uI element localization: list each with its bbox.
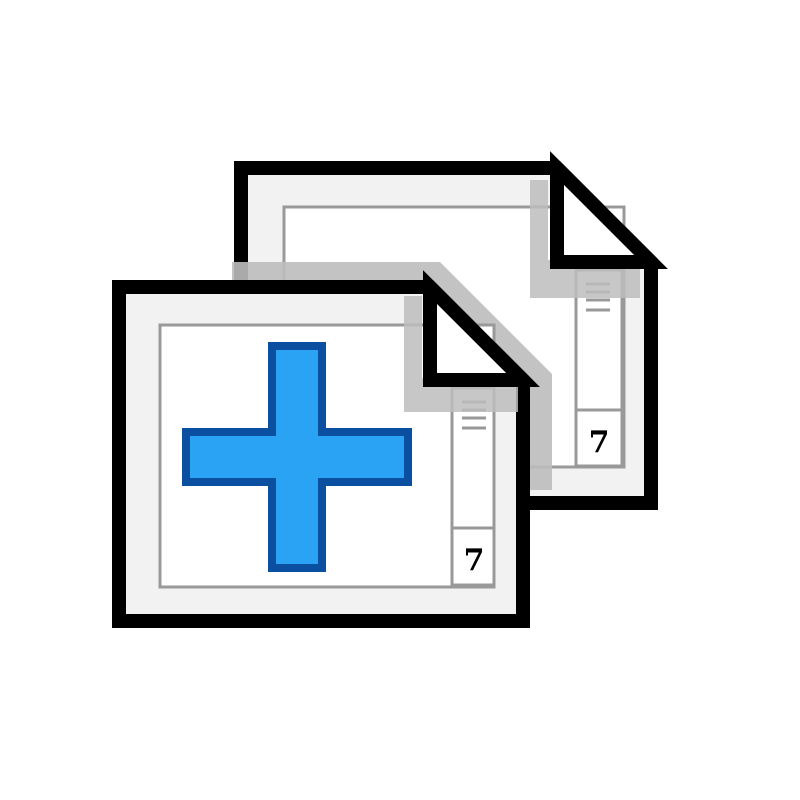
icon-canvas: 7 7 bbox=[112, 151, 668, 628]
front-page-number: 7 bbox=[464, 543, 485, 578]
back-page-number: 7 bbox=[589, 425, 610, 460]
front-page: 7 bbox=[112, 270, 540, 628]
new-page-icon: 7 7 bbox=[0, 0, 800, 800]
back-page-dogear bbox=[550, 151, 668, 269]
